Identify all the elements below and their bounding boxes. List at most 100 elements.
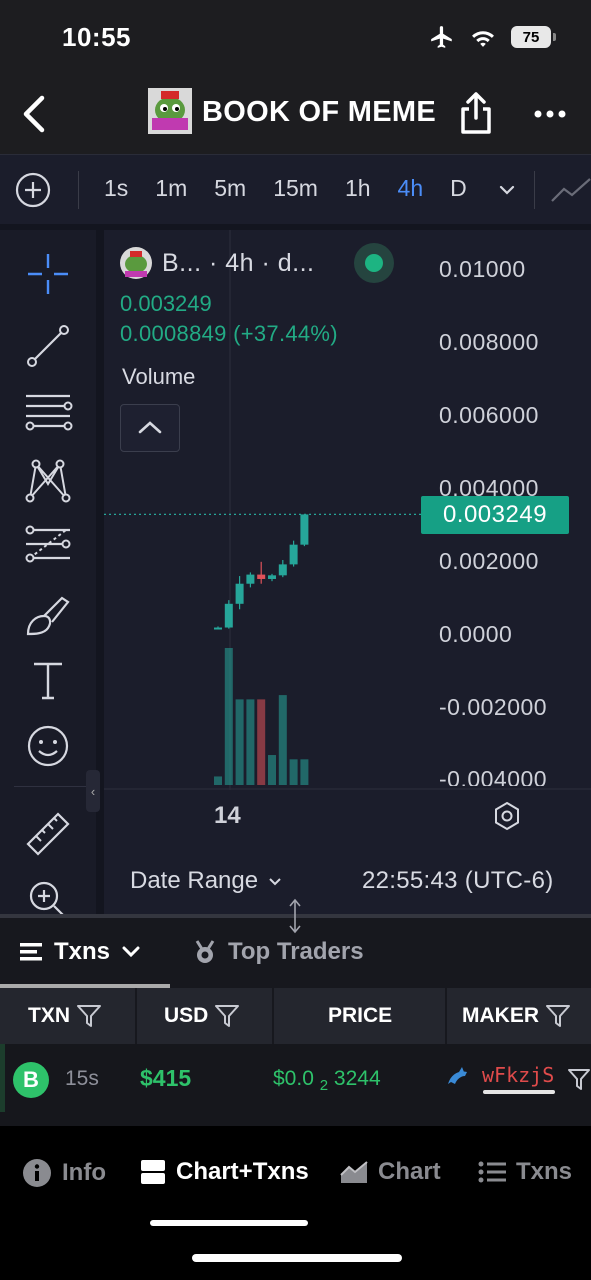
col-txn[interactable]: TXN xyxy=(28,1004,102,1028)
status-time: 10:55 xyxy=(62,22,131,52)
nav-info-label: Info xyxy=(62,1159,106,1186)
volume-bar xyxy=(257,699,266,785)
table-row[interactable]: B 15s $415 $0.0 2 3244 wFkzjS xyxy=(0,1044,591,1112)
interval-1s[interactable]: 1s xyxy=(104,175,128,202)
tab-top-traders[interactable]: Top Traders xyxy=(192,938,364,966)
interval-15m[interactable]: 15m xyxy=(273,175,318,202)
info-icon xyxy=(23,1159,51,1187)
txn-table-header: TXN USD PRICE MAKER xyxy=(0,988,591,1044)
candle-body xyxy=(268,575,276,579)
y-tick-label: 0.0000 xyxy=(439,621,513,647)
tab-txns[interactable]: Txns xyxy=(20,938,142,966)
legend-price: 0.003249 xyxy=(120,291,212,316)
legend-title: B... · 4h · d... xyxy=(162,248,315,277)
maker-address[interactable]: wFkzjS xyxy=(482,1063,554,1087)
column-separator xyxy=(445,988,447,1044)
brush-icon[interactable] xyxy=(22,588,74,640)
chart-settings-icon[interactable] xyxy=(490,799,524,833)
wifi-icon xyxy=(472,31,494,47)
candle-body xyxy=(214,627,222,630)
chevron-down-icon[interactable] xyxy=(496,179,518,201)
bottom-nav: Info Chart+Txns Chart Txns xyxy=(0,1126,591,1280)
home-indicator xyxy=(192,1254,402,1262)
price-prefix: $0.0 xyxy=(273,1067,314,1090)
y-tick-label: 0.008000 xyxy=(439,329,539,355)
col-usd[interactable]: USD xyxy=(164,1004,240,1028)
trend-line-icon[interactable] xyxy=(22,320,74,372)
interval-list: 1s 1m 5m 15m 1h 4h D xyxy=(104,175,494,202)
volume-bar xyxy=(289,759,298,785)
volume-label: Volume xyxy=(122,364,196,389)
pattern-icon[interactable] xyxy=(22,456,74,508)
add-indicator-icon[interactable] xyxy=(14,171,52,209)
col-maker[interactable]: MAKER xyxy=(462,1004,571,1028)
date-range-label: Date Range xyxy=(130,867,259,894)
candle-body xyxy=(235,583,244,604)
text-tool-icon[interactable] xyxy=(22,654,74,706)
maker-underline xyxy=(483,1090,555,1094)
horizontal-lines-icon[interactable] xyxy=(22,388,74,440)
volume-bar xyxy=(246,699,255,785)
back-icon[interactable] xyxy=(14,92,54,136)
current-price-tag: 0.003249 xyxy=(421,496,569,534)
col-usd-label: USD xyxy=(164,1004,209,1027)
token-avatar xyxy=(120,247,152,279)
column-separator xyxy=(135,988,137,1044)
nav-chart-label: Chart xyxy=(378,1158,441,1185)
list-icon xyxy=(478,1161,506,1183)
toolbar-separator xyxy=(14,786,86,787)
volume-bar xyxy=(300,759,309,785)
candle-body xyxy=(224,603,233,628)
page-title: BOOK OF MEME xyxy=(202,96,436,128)
tab-txns-label: Txns xyxy=(54,938,111,965)
col-maker-label: MAKER xyxy=(462,1004,539,1027)
buy-badge: B xyxy=(13,1062,49,1098)
collapse-legend-button[interactable] xyxy=(120,404,180,452)
medal-icon xyxy=(195,940,215,963)
status-icons: 75 xyxy=(429,24,556,50)
ruler-icon[interactable] xyxy=(22,808,74,860)
x-tick-label: 14 xyxy=(214,802,241,829)
txn-price: $0.0 2 3244 xyxy=(273,1067,381,1094)
txn-usd: $415 xyxy=(140,1065,192,1091)
volume-bar xyxy=(268,755,276,785)
filter-icon xyxy=(77,1005,101,1027)
candle-body xyxy=(300,514,309,545)
fib-retracement-icon[interactable] xyxy=(22,520,74,572)
home-indicator xyxy=(150,1220,308,1226)
interval-4h[interactable]: 4h xyxy=(398,175,424,202)
area-chart-icon xyxy=(340,1161,368,1183)
live-dot xyxy=(365,254,383,272)
nav-txns[interactable]: Txns xyxy=(478,1158,572,1186)
volume-bar xyxy=(224,648,233,785)
filter-icon[interactable] xyxy=(567,1068,591,1092)
date-range-selector[interactable]: Date Range xyxy=(130,867,284,895)
col-price[interactable]: PRICE xyxy=(328,1004,392,1028)
share-icon[interactable] xyxy=(458,90,494,136)
chart-type-icon[interactable] xyxy=(550,175,591,207)
more-icon[interactable] xyxy=(530,96,570,132)
interval-d[interactable]: D xyxy=(450,175,467,202)
nav-chart[interactable]: Chart xyxy=(340,1158,441,1186)
interval-5m[interactable]: 5m xyxy=(214,175,246,202)
emoji-icon[interactable] xyxy=(22,720,74,772)
table-row-partial xyxy=(0,1112,591,1126)
battery-indicator: 75 xyxy=(511,26,556,48)
chart-legend: B... · 4h · d... 0.003249 0.0008849 (+37… xyxy=(120,243,394,346)
nav-chart-txns[interactable]: Chart+Txns xyxy=(140,1158,309,1186)
status-bar: 10:55 75 xyxy=(0,0,591,78)
resize-handle-icon[interactable] xyxy=(284,896,306,936)
filter-icon xyxy=(215,1005,240,1027)
legend-header: B... · 4h · d... xyxy=(120,247,315,279)
nav-txns-label: Txns xyxy=(516,1158,573,1185)
col-txn-label: TXN xyxy=(28,1004,70,1027)
interval-1m[interactable]: 1m xyxy=(155,175,187,202)
candle-body xyxy=(257,574,266,579)
crosshair-icon[interactable] xyxy=(22,248,74,300)
interval-1h[interactable]: 1h xyxy=(345,175,371,202)
split-view-icon xyxy=(141,1160,165,1184)
live-status-indicator xyxy=(354,243,394,283)
collapse-toolbar-handle[interactable]: ‹ xyxy=(86,770,100,812)
nav-info[interactable]: Info xyxy=(22,1158,106,1188)
timezone-label[interactable]: 22:55:43 (UTC-6) xyxy=(362,867,554,895)
